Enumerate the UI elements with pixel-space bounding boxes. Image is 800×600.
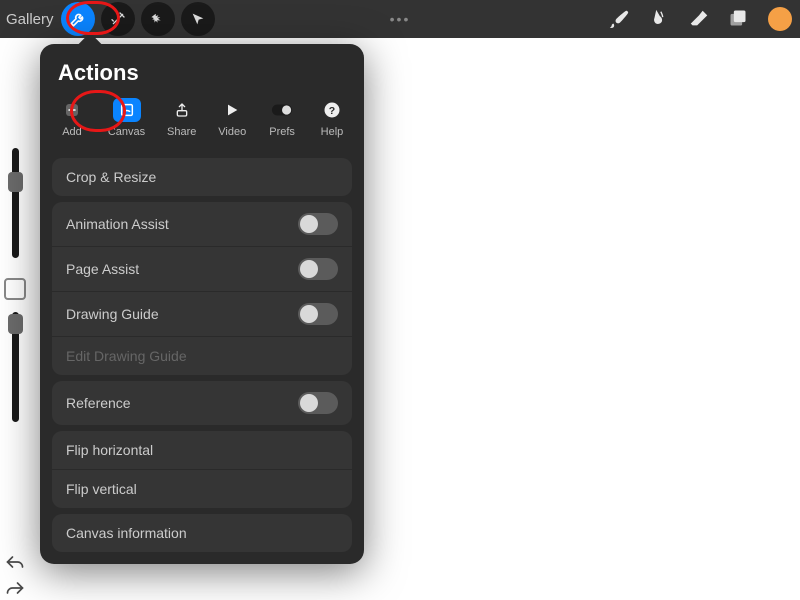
item-label: Crop & Resize — [66, 169, 156, 185]
actions-tab-row: Add Canvas Share Video Prefs — [52, 98, 352, 152]
tab-video[interactable]: Video — [218, 98, 246, 138]
tab-label: Share — [167, 126, 196, 138]
tab-label: Video — [218, 126, 246, 138]
tab-canvas[interactable]: Canvas — [108, 98, 145, 138]
drawing-guide-item[interactable]: Drawing Guide — [52, 292, 352, 337]
undo-redo-area — [0, 554, 30, 596]
animation-assist-item[interactable]: Animation Assist — [52, 202, 352, 247]
animation-assist-toggle[interactable] — [298, 213, 338, 235]
smudge-icon[interactable] — [648, 8, 670, 30]
canvas-info-item[interactable]: Canvas information — [52, 514, 352, 552]
redo-icon[interactable] — [5, 580, 25, 596]
reference-toggle[interactable] — [298, 392, 338, 414]
share-icon — [168, 98, 196, 122]
gallery-button[interactable]: Gallery — [6, 11, 54, 28]
item-label: Canvas information — [66, 525, 187, 541]
layers-icon[interactable] — [728, 8, 750, 30]
tab-label: Prefs — [269, 126, 295, 138]
flip-vertical-item[interactable]: Flip vertical — [52, 470, 352, 508]
panel-title: Actions — [58, 60, 352, 86]
item-label: Flip horizontal — [66, 442, 153, 458]
top-toolbar: Gallery ••• — [0, 0, 800, 38]
item-label: Animation Assist — [66, 216, 169, 232]
wrench-icon[interactable] — [61, 2, 95, 36]
tab-label: Help — [321, 126, 344, 138]
selection-icon[interactable] — [141, 2, 175, 36]
help-icon: ? — [318, 98, 346, 122]
tab-label: Canvas — [108, 126, 145, 138]
item-label: Page Assist — [66, 261, 139, 277]
modify-button[interactable] — [4, 278, 26, 300]
flip-horizontal-item[interactable]: Flip horizontal — [52, 431, 352, 470]
tab-help[interactable]: ? Help — [318, 98, 346, 138]
brush-icon[interactable] — [608, 8, 630, 30]
slider-thumb[interactable] — [8, 172, 23, 192]
undo-icon[interactable] — [5, 554, 25, 570]
color-swatch[interactable] — [768, 7, 792, 31]
edit-drawing-guide-item: Edit Drawing Guide — [52, 337, 352, 375]
add-icon — [58, 98, 86, 122]
item-label: Reference — [66, 395, 131, 411]
drag-handle-icon[interactable]: ••• — [390, 11, 411, 27]
drawing-guide-toggle[interactable] — [298, 303, 338, 325]
cursor-icon[interactable] — [181, 2, 215, 36]
left-sidebar — [0, 148, 30, 430]
toggle-icon — [268, 98, 296, 122]
slider-thumb[interactable] — [8, 314, 23, 334]
page-assist-item[interactable]: Page Assist — [52, 247, 352, 292]
opacity-slider[interactable] — [12, 312, 19, 422]
eraser-icon[interactable] — [688, 8, 710, 30]
item-label: Drawing Guide — [66, 306, 159, 322]
play-icon — [218, 98, 246, 122]
svg-text:?: ? — [329, 105, 335, 117]
item-label: Flip vertical — [66, 481, 137, 497]
tab-add[interactable]: Add — [58, 98, 86, 138]
canvas-icon — [113, 98, 141, 122]
reference-item[interactable]: Reference — [52, 381, 352, 425]
tab-share[interactable]: Share — [167, 98, 196, 138]
page-assist-toggle[interactable] — [298, 258, 338, 280]
actions-panel: Actions Add Canvas Share Video — [40, 44, 364, 564]
magic-wand-icon[interactable] — [101, 2, 135, 36]
tab-label: Add — [62, 126, 82, 138]
item-label: Edit Drawing Guide — [66, 348, 187, 364]
tab-prefs[interactable]: Prefs — [268, 98, 296, 138]
crop-resize-item[interactable]: Crop & Resize — [52, 158, 352, 196]
brush-size-slider[interactable] — [12, 148, 19, 258]
